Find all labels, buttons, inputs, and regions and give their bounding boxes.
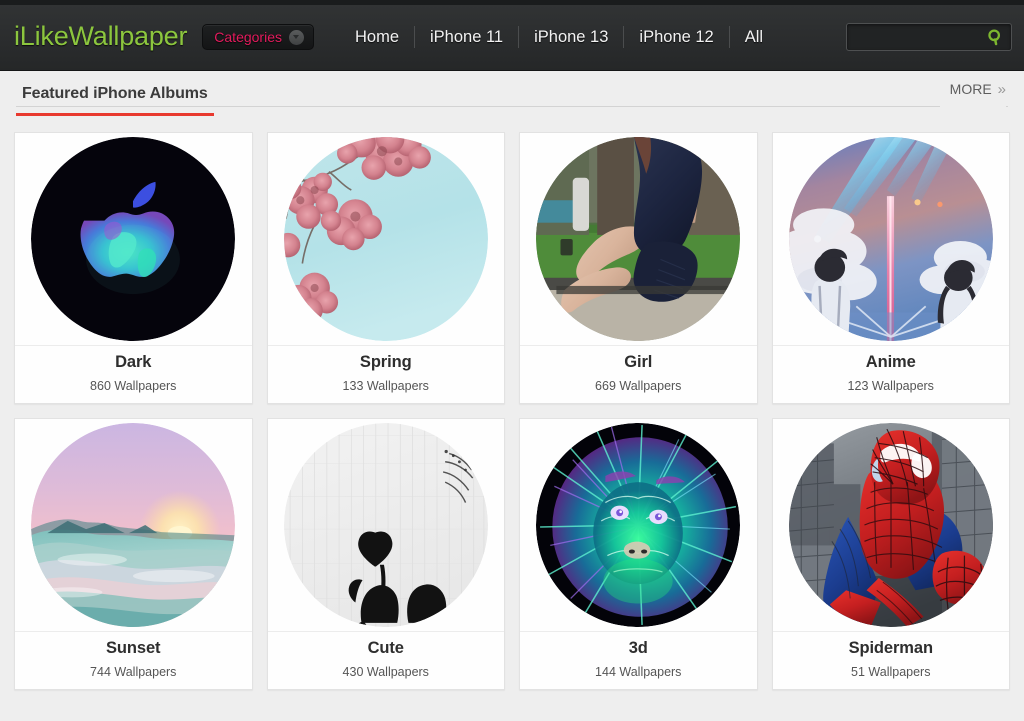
album-count: 860 Wallpapers [90,378,177,393]
anime-comet-sky-thumbnail [788,137,993,341]
album-meta: Sunset 744 Wallpapers [15,632,252,689]
album-meta: Spiderman 51 Wallpapers [773,632,1010,689]
album-title: Spring [359,352,412,371]
categories-label: Categories [214,29,282,45]
album-meta: Girl 669 Wallpapers [520,346,757,403]
more-link[interactable]: MORE » [939,80,1006,111]
girl-sitting-thumbnail [536,137,741,341]
album-card-anime[interactable]: Anime 123 Wallpapers [771,132,1010,404]
search-input[interactable] [846,23,1012,51]
site-logo[interactable]: iLikeWallpaper [14,21,187,52]
spiderman-thumbnail [788,423,993,627]
page-title: Featured iPhone Albums [16,77,214,116]
sunset-clouds-thumbnail [31,423,236,627]
album-thumbnail[interactable] [15,419,252,632]
album-count: 133 Wallpapers [342,378,429,393]
album-thumbnail[interactable] [267,133,504,346]
nav-item-iphone-11[interactable]: iPhone 11 [415,26,520,48]
cherry-blossom-thumbnail [283,137,488,341]
nav-item-iphone-13[interactable]: iPhone 13 [519,26,625,48]
categories-dropdown-button[interactable]: Categories [202,24,314,50]
album-card-sunset[interactable]: Sunset 744 Wallpapers [14,418,253,690]
nav-item-all[interactable]: All [730,26,778,48]
album-thumbnail[interactable] [520,133,757,346]
album-meta: Spring 133 Wallpapers [268,346,505,403]
chevron-down-icon [288,29,304,45]
album-card-spiderman[interactable]: Spiderman 51 Wallpapers [771,418,1010,690]
album-title: Cute [367,638,404,657]
double-chevron-right-icon: » [997,80,1006,98]
album-count: 744 Wallpapers [90,664,177,679]
album-card-cute[interactable]: Cute 430 Wallpapers [266,418,505,690]
album-thumbnail[interactable] [772,419,1009,632]
heart-balloon-silhouette-thumbnail [283,423,488,627]
search-container [846,23,1012,51]
album-title: Girl [624,352,653,371]
album-meta: Cute 430 Wallpapers [268,632,505,689]
album-meta: Dark 860 Wallpapers [15,346,252,403]
section-header: Featured iPhone Albums MORE » [0,71,1024,121]
album-count: 123 Wallpapers [847,378,934,393]
album-thumbnail[interactable] [772,133,1009,346]
album-meta: 3d 144 Wallpapers [520,632,757,689]
album-grid: Dark 860 Wallpapers Spring 133 Wallpaper… [0,121,1024,721]
album-title: 3d [628,638,648,657]
site-header: iLikeWallpaper Categories Home iPhone 11… [0,0,1024,71]
more-label: MORE [949,81,992,97]
album-thumbnail[interactable] [267,419,504,632]
album-card-spring[interactable]: Spring 133 Wallpapers [266,132,505,404]
album-meta: Anime 123 Wallpapers [773,346,1010,403]
dark-apple-logo-thumbnail [31,137,236,341]
album-card-dark[interactable]: Dark 860 Wallpapers [14,132,253,404]
album-title: Spiderman [848,638,933,657]
nav-item-iphone-12[interactable]: iPhone 12 [624,26,730,48]
album-thumbnail[interactable] [15,133,252,346]
album-card-3d[interactable]: 3d 144 Wallpapers [519,418,758,690]
album-title: Anime [865,352,916,371]
album-count: 51 Wallpapers [851,664,931,679]
album-count: 144 Wallpapers [595,664,682,679]
album-count: 430 Wallpapers [342,664,429,679]
nav-item-home[interactable]: Home [340,26,415,48]
album-title: Dark [115,352,152,371]
main-navigation: Home iPhone 11 iPhone 13 iPhone 12 All [340,24,778,50]
album-card-girl[interactable]: Girl 669 Wallpapers [519,132,758,404]
album-title: Sunset [106,638,161,657]
neon-lion-thumbnail [536,423,741,627]
album-thumbnail[interactable] [520,419,757,632]
album-count: 669 Wallpapers [595,378,682,393]
